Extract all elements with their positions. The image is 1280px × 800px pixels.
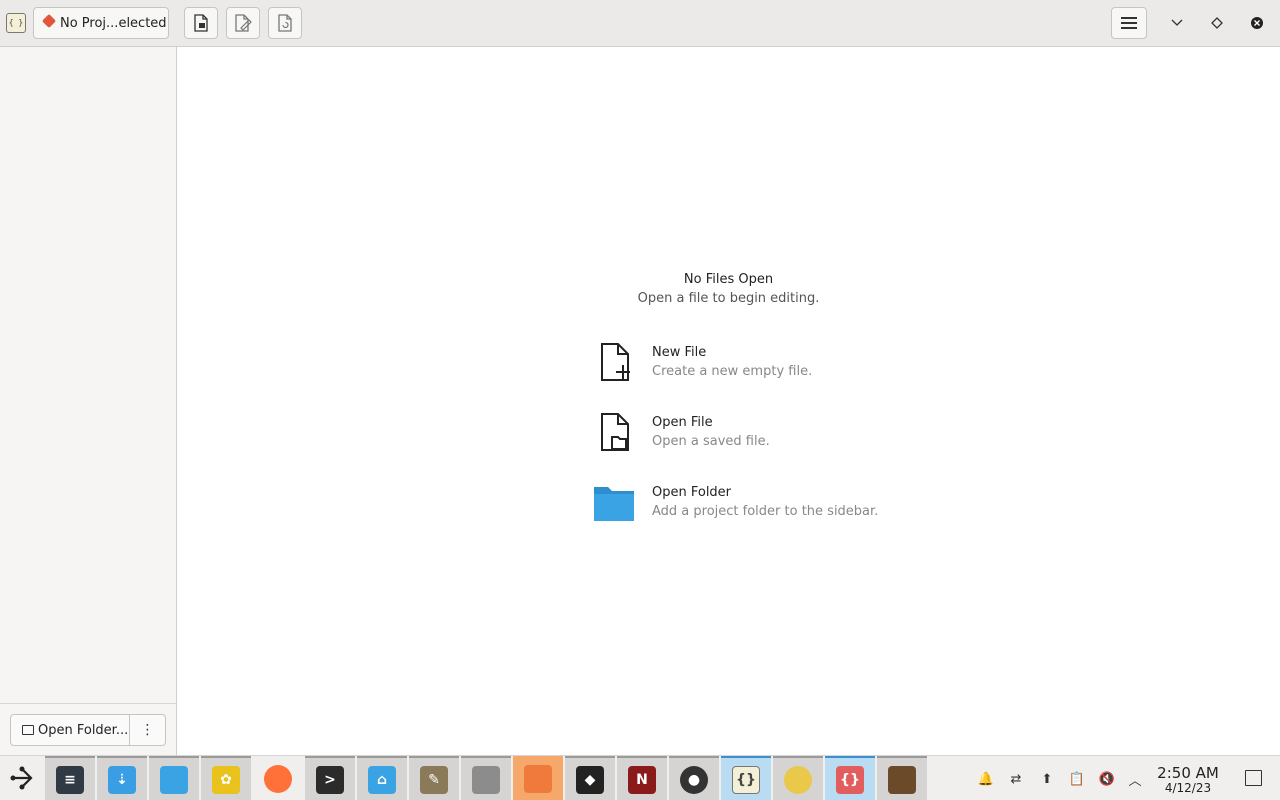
open-file-large-icon [601, 413, 629, 451]
open-folder-description: Add a project folder to the sidebar. [652, 504, 879, 519]
folder-large-icon [594, 487, 634, 521]
save-as-button[interactable] [226, 7, 260, 39]
welcome-title: No Files Open [683, 272, 774, 287]
taskbar-files[interactable] [149, 756, 199, 800]
taskbar-detective-app[interactable] [877, 756, 927, 800]
header-bar: { } No Proj...elected [0, 0, 1280, 47]
taskbar-media-app[interactable]: N [617, 756, 667, 800]
new-file-button[interactable] [184, 7, 218, 39]
app-center-icon: ⇣ [108, 765, 136, 794]
taskbar-sunflower[interactable]: ✿ [201, 756, 251, 800]
taskbar-panda[interactable]: ● [669, 756, 719, 800]
close-button[interactable] [1246, 12, 1268, 34]
inkscape-icon: ◆ [576, 765, 604, 794]
panda-icon: ● [680, 765, 708, 794]
folder-open-icon [22, 725, 34, 735]
taskbar-firefox[interactable] [253, 756, 303, 800]
volume-muted-icon[interactable]: 🔇 [1098, 770, 1116, 788]
sidebar-footer: Open Folder... ⋮ [0, 703, 176, 755]
new-file-large-icon [601, 343, 630, 381]
taskbar-terminal[interactable]: > [305, 756, 355, 800]
taskbar-presentation[interactable] [513, 756, 563, 800]
open-file-label: Open File [652, 415, 713, 430]
project-selector-label: No Proj...elected [60, 15, 167, 31]
gimp-icon: ✎ [420, 765, 448, 794]
clipboard-icon[interactable]: 📋 [1068, 770, 1086, 788]
save-as-icon [235, 14, 252, 32]
sunflower-icon: ✿ [212, 765, 240, 794]
more-options-button[interactable]: ⋮ [130, 714, 166, 746]
open-file-description: Open a saved file. [652, 434, 770, 449]
taskbar-code-editor-window[interactable]: {} [825, 756, 875, 800]
project-selector-button[interactable]: No Proj...elected [33, 7, 169, 39]
open-file-action[interactable]: Open File Open a saved file. [594, 411, 894, 461]
new-file-icon [194, 14, 208, 32]
sidebar: Open Folder... ⋮ [0, 47, 177, 755]
media-app-icon: N [628, 765, 656, 794]
maximize-button[interactable] [1206, 12, 1228, 34]
kde-connect-icon[interactable]: ⇄ [1007, 770, 1025, 788]
taskbar-rabbit-app[interactable] [773, 756, 823, 800]
files-icon [160, 765, 188, 794]
taskbar-gimp[interactable]: ✎ [409, 756, 459, 800]
code-editor-icon: {} [732, 765, 760, 794]
welcome-view: No Files Open Open a file to begin editi… [177, 47, 1280, 755]
welcome-subtitle: Open a file to begin editing. [637, 291, 820, 306]
show-desktop-icon[interactable] [1245, 770, 1262, 786]
diamond-icon [1211, 17, 1223, 29]
system-settings-icon: ≡ [56, 765, 84, 794]
open-folder-button[interactable]: Open Folder... [10, 714, 130, 746]
taskbar-system-settings[interactable]: ≡ [45, 756, 95, 800]
updates-icon[interactable]: ⬆ [1038, 770, 1056, 788]
terminal-icon: > [316, 765, 344, 794]
taskbar: ≡ ⇣ ✿ > ⌂ ✎ ◆ N ● {} {} 🔔 ⇄ ⬆ 📋 🔇 ︿ 2:50… [0, 755, 1280, 800]
code-app-icon: { } [6, 13, 26, 33]
chevron-up-icon[interactable]: ︿ [1126, 770, 1144, 789]
presentation-icon [524, 764, 552, 793]
revert-file-icon [278, 14, 292, 32]
notifications-icon[interactable]: 🔔 [977, 770, 995, 788]
new-file-label: New File [652, 345, 707, 360]
open-folder-action[interactable]: Open Folder Add a project folder to the … [594, 481, 894, 531]
clock-time[interactable]: 2:50 AM [1152, 764, 1224, 782]
chevron-down-icon [1171, 19, 1183, 26]
minimize-button[interactable] [1166, 12, 1188, 34]
revert-file-button[interactable] [268, 7, 302, 39]
app-menu-button[interactable] [1111, 7, 1147, 39]
home-folder-icon: ⌂ [368, 765, 396, 794]
new-file-description: Create a new empty file. [652, 364, 813, 379]
document-viewer-icon [472, 765, 500, 794]
taskbar-code-editor[interactable]: {} [721, 756, 771, 800]
clock-date[interactable]: 4/12/23 [1152, 781, 1224, 795]
open-folder-action-label: Open Folder [652, 485, 732, 500]
rabbit-app-icon [784, 765, 812, 794]
hamburger-menu-icon [1121, 17, 1137, 29]
git-branch-icon [41, 13, 57, 29]
launcher-icon [10, 766, 33, 790]
taskbar-document-viewer[interactable] [461, 756, 511, 800]
code-editor-window-icon: {} [836, 765, 864, 794]
taskbar-home-folder[interactable]: ⌂ [357, 756, 407, 800]
taskbar-app-center[interactable]: ⇣ [97, 756, 147, 800]
detective-app-icon [888, 765, 916, 794]
firefox-icon [264, 764, 292, 793]
new-file-action[interactable]: New File Create a new empty file. [594, 341, 894, 391]
open-folder-label: Open Folder... [38, 722, 129, 738]
close-icon [1251, 17, 1263, 29]
taskbar-inkscape[interactable]: ◆ [565, 756, 615, 800]
app-launcher-button[interactable] [6, 762, 38, 794]
